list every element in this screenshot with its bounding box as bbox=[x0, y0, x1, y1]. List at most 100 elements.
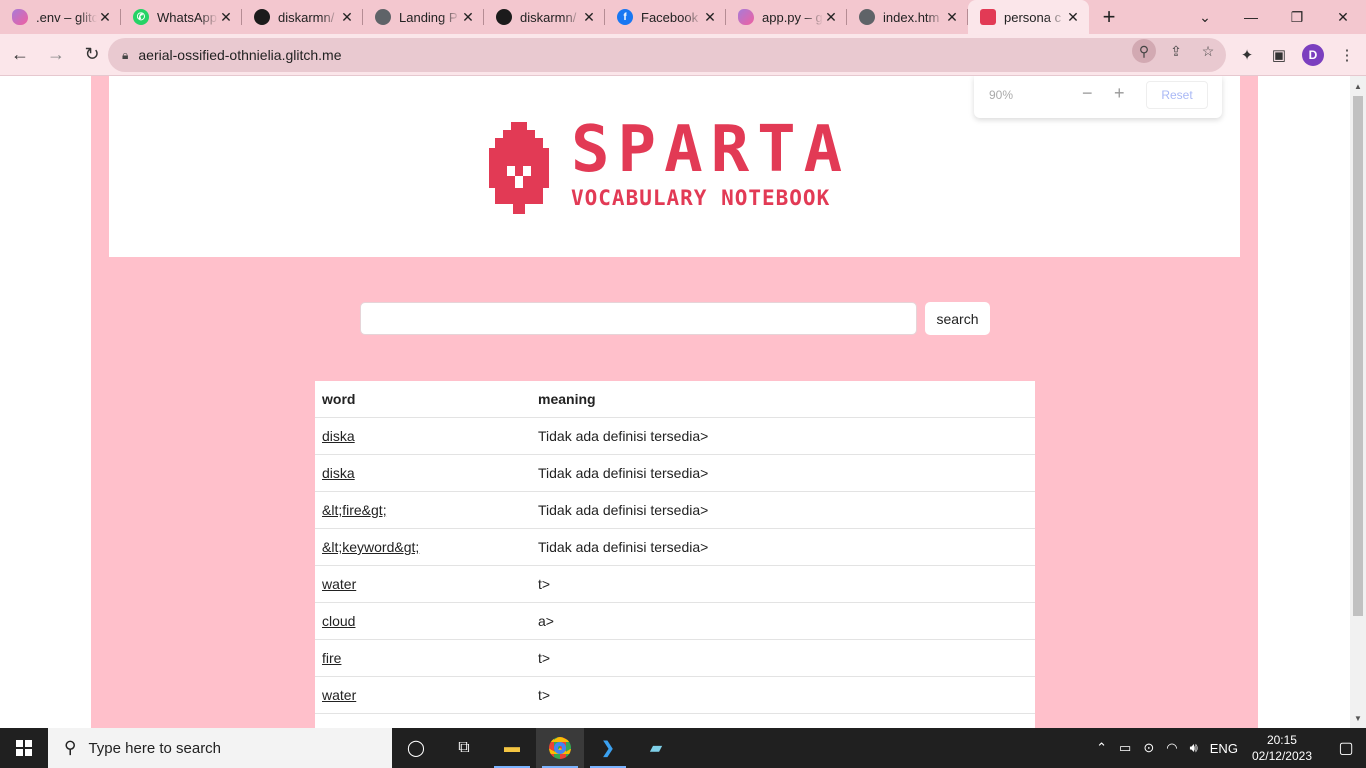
word-link[interactable]: water bbox=[322, 576, 356, 592]
share-icon[interactable]: ⇪ bbox=[1164, 39, 1188, 63]
table-row: diska Tidak ada definisi tersedia> bbox=[315, 418, 1035, 455]
table-row: cloud a> bbox=[315, 603, 1035, 640]
close-icon[interactable]: ✕ bbox=[944, 9, 960, 26]
tab-app-py[interactable]: app.py – glitch ✕ bbox=[726, 0, 847, 34]
chrome-icon[interactable] bbox=[536, 728, 584, 768]
glitch-icon bbox=[738, 9, 754, 25]
meet-now-icon[interactable]: ⊙ bbox=[1143, 740, 1154, 756]
tab-title: diskarmn/ bbox=[278, 9, 335, 25]
tab-whatsapp[interactable]: ✆ WhatsApp ✕ bbox=[121, 0, 242, 34]
search-input[interactable] bbox=[360, 302, 917, 335]
meaning-cell: Tidak ada definisi tersedia> bbox=[538, 465, 709, 481]
scroll-thumb[interactable] bbox=[1353, 96, 1363, 616]
table-row: &lt;fire&gt; Tidak ada definisi tersedia… bbox=[315, 492, 1035, 529]
bookmark-star-icon[interactable]: ☆ bbox=[1196, 39, 1220, 63]
taskbar-search[interactable]: ⚲ Type here to search bbox=[48, 728, 392, 768]
tab-github-1[interactable]: diskarmn/ ✕ bbox=[242, 0, 363, 34]
address-bar[interactable]: 🔒︎ aerial-ossified-othnielia.glitch.me bbox=[108, 38, 1226, 72]
start-button[interactable] bbox=[0, 728, 48, 768]
volume-icon[interactable]: 🔊︎ bbox=[1190, 740, 1198, 756]
word-link[interactable]: fire bbox=[322, 650, 341, 666]
table-row: diska Tidak ada definisi tersedia> bbox=[315, 455, 1035, 492]
back-button[interactable]: ← bbox=[4, 39, 36, 71]
vscode-icon[interactable]: ❯ bbox=[584, 728, 632, 768]
menu-icon[interactable]: ⋮ bbox=[1334, 42, 1360, 68]
spartan-helmet-icon bbox=[489, 122, 549, 214]
tab-facebook[interactable]: f Facebook ✕ bbox=[605, 0, 726, 34]
meaning-cell: Tidak ada definisi tersedia> bbox=[538, 428, 709, 444]
scroll-down-icon[interactable]: ▼ bbox=[1354, 714, 1362, 723]
zoom-in-button[interactable]: + bbox=[1114, 83, 1125, 104]
file-explorer-icon[interactable]: ▬ bbox=[488, 728, 536, 768]
tab-github-2[interactable]: diskarmn/ ✕ bbox=[484, 0, 605, 34]
sparta-logo: SPARTA VOCABULARY NOTEBOOK bbox=[489, 118, 869, 218]
search-button[interactable]: search bbox=[925, 302, 990, 335]
lock-icon[interactable]: 🔒︎ bbox=[122, 48, 128, 63]
cortana-icon[interactable]: ◯ bbox=[392, 728, 440, 768]
meaning-cell: Tidak ada definisi tersedia> bbox=[538, 539, 709, 555]
restore-button[interactable]: ❐ bbox=[1274, 0, 1320, 34]
tab-title: Facebook bbox=[641, 9, 699, 25]
notepad-icon[interactable]: ▰ bbox=[632, 728, 680, 768]
table-row bbox=[315, 714, 1035, 728]
tab-strip: .env – glitch ✕ ✆ WhatsApp ✕ diskarmn/ ✕… bbox=[0, 0, 1366, 34]
meaning-cell: Tidak ada definisi tersedia> bbox=[538, 502, 709, 518]
tab-title: persona c bbox=[1004, 9, 1062, 25]
github-icon bbox=[254, 9, 270, 25]
language-indicator[interactable]: ENG bbox=[1210, 741, 1238, 756]
logo-title: SPARTA bbox=[571, 113, 851, 187]
word-link[interactable]: &lt;keyword&gt; bbox=[322, 539, 419, 555]
meaning-cell: t> bbox=[538, 687, 551, 703]
tab-index-html[interactable]: index.htm ✕ bbox=[847, 0, 968, 34]
zoom-reset-button[interactable]: Reset bbox=[1146, 81, 1208, 109]
word-link[interactable]: cloud bbox=[322, 613, 355, 629]
close-icon[interactable]: ✕ bbox=[823, 9, 839, 26]
close-window-button[interactable]: ✕ bbox=[1320, 0, 1366, 34]
extensions-icon[interactable]: ✦ bbox=[1234, 42, 1260, 68]
word-link[interactable]: diska bbox=[322, 428, 355, 444]
close-icon[interactable]: ✕ bbox=[97, 9, 113, 26]
search-icon: ⚲ bbox=[64, 738, 77, 757]
task-view-icon[interactable]: ⧉ bbox=[440, 728, 488, 768]
zoom-level: 90% bbox=[989, 88, 1014, 102]
tab-env-glitch[interactable]: .env – glitch ✕ bbox=[0, 0, 121, 34]
table-row: fire t> bbox=[315, 640, 1035, 677]
close-icon[interactable]: ✕ bbox=[218, 9, 234, 26]
close-icon[interactable]: ✕ bbox=[1065, 9, 1081, 26]
tab-search-icon[interactable]: ⌄ bbox=[1182, 0, 1228, 34]
table-row: &lt;keyword&gt; Tidak ada definisi terse… bbox=[315, 529, 1035, 566]
tab-title: Landing P bbox=[399, 9, 458, 25]
globe-icon bbox=[859, 9, 875, 25]
word-link[interactable]: diska bbox=[322, 465, 355, 481]
reload-button[interactable]: ↻ bbox=[76, 39, 108, 71]
forward-button[interactable]: → bbox=[40, 39, 72, 71]
profile-avatar[interactable]: D bbox=[1302, 44, 1324, 66]
scroll-up-icon[interactable]: ▲ bbox=[1354, 82, 1362, 91]
notifications-icon[interactable]: ▢ bbox=[1326, 738, 1366, 758]
close-icon[interactable]: ✕ bbox=[460, 9, 476, 26]
clock[interactable]: 20:15 02/12/2023 bbox=[1252, 732, 1312, 764]
glitch-icon bbox=[12, 9, 28, 25]
side-panel-icon[interactable]: ▣ bbox=[1266, 42, 1292, 68]
close-icon[interactable]: ✕ bbox=[702, 9, 718, 26]
battery-icon[interactable]: ▭ bbox=[1119, 740, 1131, 756]
show-hidden-icons[interactable]: ⌃ bbox=[1096, 740, 1107, 756]
tab-title: index.htm bbox=[883, 9, 940, 25]
wifi-icon[interactable]: ◠ bbox=[1166, 740, 1177, 756]
page-scrollbar[interactable]: ▲ ▼ bbox=[1350, 76, 1366, 728]
minimize-button[interactable]: — bbox=[1228, 0, 1274, 34]
word-link[interactable]: water bbox=[322, 687, 356, 703]
page-container: SPARTA VOCABULARY NOTEBOOK search word m… bbox=[91, 76, 1258, 728]
tab-landing[interactable]: Landing P ✕ bbox=[363, 0, 484, 34]
close-icon[interactable]: ✕ bbox=[581, 9, 597, 26]
close-icon[interactable]: ✕ bbox=[339, 9, 355, 26]
zoom-out-button[interactable]: − bbox=[1082, 83, 1093, 104]
whatsapp-icon: ✆ bbox=[133, 9, 149, 25]
word-link[interactable]: &lt;fire&gt; bbox=[322, 502, 387, 518]
windows-taskbar: ⚲ Type here to search ◯ ⧉ ▬ ❯ ▰ ⌃ ▭ ⊙ ◠ … bbox=[0, 728, 1366, 768]
new-tab-button[interactable]: + bbox=[1089, 4, 1129, 30]
vocabulary-table: word meaning diska Tidak ada definisi te… bbox=[315, 381, 1035, 728]
meaning-cell: a> bbox=[538, 613, 554, 629]
tab-persona[interactable]: persona c ✕ bbox=[968, 0, 1089, 34]
zoom-icon[interactable]: ⚲ bbox=[1132, 39, 1156, 63]
